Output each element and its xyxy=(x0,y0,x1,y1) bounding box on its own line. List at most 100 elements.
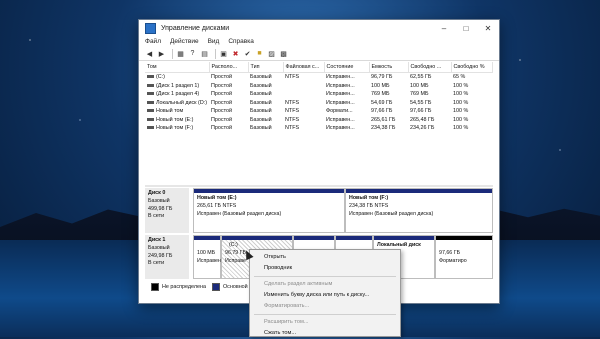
table-cell: 100 МБ xyxy=(371,82,390,89)
partition-status: Форматиро xyxy=(439,257,467,264)
table-cell: Базовый xyxy=(250,82,272,89)
table-cell: 97,66 ГБ xyxy=(371,108,393,115)
column-header[interactable]: Тип xyxy=(248,62,284,73)
primary-partition-bar xyxy=(294,236,334,240)
help-icon[interactable]: ? xyxy=(188,49,197,58)
console-tree-icon[interactable]: ▦ xyxy=(176,49,185,58)
toolbar-divider xyxy=(215,48,216,59)
table-cell: Простой xyxy=(211,74,232,81)
table-cell: 100 % xyxy=(453,99,469,106)
menu-view[interactable]: Вид xyxy=(208,38,220,45)
column-header[interactable]: Том xyxy=(145,62,210,73)
disk-1-label[interactable]: Диск 1 Базовый 249,98 ГБ В сети xyxy=(145,235,189,279)
menu-item-explorer[interactable]: Проводник xyxy=(250,263,400,274)
table-cell: Простой xyxy=(211,108,232,115)
disk-type: Базовый xyxy=(148,197,170,204)
open-folder-icon[interactable]: ■ xyxy=(255,49,264,58)
table-cell: 100 МБ xyxy=(410,82,429,89)
primary-partition-bar xyxy=(336,236,372,240)
volume-icon xyxy=(147,92,154,96)
table-cell: 100 % xyxy=(453,125,469,132)
table-cell: Простой xyxy=(211,125,232,132)
partition-title: Новый том (F:) xyxy=(349,195,389,201)
unallocated-swatch xyxy=(151,283,159,291)
table-cell: 100 % xyxy=(453,82,469,89)
volume-name: Локальный диск (D:) xyxy=(156,99,208,106)
check-icon[interactable]: ✔ xyxy=(243,49,252,58)
table-cell: Простой xyxy=(211,99,232,106)
table-row[interactable]: (C:) Простой Базовый NTFS Исправен... 96… xyxy=(145,73,493,82)
table-cell: NTFS xyxy=(285,116,300,123)
partition-system[interactable]: 100 МБ Исправен xyxy=(193,235,221,279)
partition-title: Новый том (E:) xyxy=(197,195,237,201)
disk-status: В сети xyxy=(148,213,165,220)
minimize-button[interactable]: – xyxy=(433,20,455,36)
volume-name: Новый том (E:) xyxy=(156,116,194,123)
partition-status: Исправен (Базовый раздел диска) xyxy=(349,210,434,217)
partition-e[interactable]: Новый том (E:) 265,61 ГБ NTFS Исправен (… xyxy=(193,188,345,233)
table-row[interactable]: Локальный диск (D:) Простой Базовый NTFS… xyxy=(145,99,493,108)
table-cell: 96,79 ГБ xyxy=(371,74,393,81)
disk-size: 249,98 ГБ xyxy=(148,252,173,259)
column-header[interactable]: Свободно ... xyxy=(408,62,452,73)
close-button[interactable]: ✕ xyxy=(477,20,499,36)
table-row[interactable]: Новый том (E:) Простой Базовый NTFS Испр… xyxy=(145,116,493,125)
partition-new[interactable]: 97,66 ГБ Форматиро xyxy=(435,235,493,279)
table-row[interactable]: Новый том (F:) Простой Базовый NTFS Испр… xyxy=(145,124,493,133)
menu-item-mark-active[interactable]: Сделать раздел активным xyxy=(250,279,400,290)
column-header[interactable]: Емкость xyxy=(369,62,409,73)
table-cell: 54,55 ГБ xyxy=(410,99,432,106)
disk-0-label[interactable]: Диск 0 Базовый 499,98 ГБ В сети xyxy=(145,188,189,233)
partition-f[interactable]: Новый том (F:) 234,38 ГБ NTFS Исправен (… xyxy=(345,188,493,233)
table-cell: 265,48 ГБ xyxy=(410,116,435,123)
table-row[interactable]: (Диск 1 раздел 4) Простой Базовый Исправ… xyxy=(145,90,493,99)
properties-icon[interactable]: ▤ xyxy=(200,49,209,58)
partition-size: 100 МБ xyxy=(197,250,216,256)
delete-icon[interactable]: ✖ xyxy=(231,49,240,58)
partition-status: Исправен xyxy=(197,257,221,264)
table-cell: Исправен... xyxy=(326,125,355,132)
menu-item-format[interactable]: Форматировать... xyxy=(250,301,400,312)
table-cell: Исправен... xyxy=(326,99,355,106)
connect-disk-icon[interactable]: ▣ xyxy=(219,49,228,58)
table-cell: 100 % xyxy=(453,116,469,123)
menu-item-extend[interactable]: Расширить том... xyxy=(250,317,400,328)
column-header[interactable]: Состояние xyxy=(324,62,370,73)
table-cell: Базовый xyxy=(250,108,272,115)
menu-item-shrink[interactable]: Сжать том... xyxy=(250,328,400,339)
table-cell: Исправен... xyxy=(326,116,355,123)
menu-item-open[interactable]: Открыть xyxy=(250,252,400,263)
volume-cell: (C:) xyxy=(145,73,209,82)
maximize-button[interactable]: □ xyxy=(455,20,477,36)
menu-action[interactable]: Действие xyxy=(170,38,199,45)
view-icon[interactable]: ▩ xyxy=(279,49,288,58)
disk-status: В сети xyxy=(148,260,165,267)
pane-splitter[interactable] xyxy=(145,185,493,187)
window-title: Управление дисками xyxy=(161,24,230,32)
table-row[interactable]: (Диск 1 раздел 1) Простой Базовый Исправ… xyxy=(145,82,493,91)
menu-divider xyxy=(254,314,396,315)
explore-icon[interactable]: ▨ xyxy=(267,49,276,58)
table-cell: 100 % xyxy=(453,108,469,115)
table-row[interactable]: Новый том Простой Базовый NTFS Формати..… xyxy=(145,107,493,116)
back-icon[interactable]: ◀ xyxy=(145,49,154,58)
table-cell: 769 МБ xyxy=(371,91,390,98)
disk-name: Диск 0 xyxy=(148,190,166,196)
menu-help[interactable]: Справка xyxy=(228,38,254,45)
column-header[interactable]: Свободно % xyxy=(451,62,494,73)
table-cell: Базовый xyxy=(250,99,272,106)
column-header[interactable]: Файловая с... xyxy=(283,62,325,73)
table-cell: Базовый xyxy=(250,116,272,123)
volume-cell: Локальный диск (D:) xyxy=(145,99,209,108)
table-cell: NTFS xyxy=(285,125,300,132)
forward-icon[interactable]: ▶ xyxy=(157,49,166,58)
toolbar: ◀ ▶ ▦ ? ▤ ▣ ✖ ✔ ■ ▨ ▩ xyxy=(139,47,499,61)
volume-name: Новый том (F:) xyxy=(156,125,194,132)
table-cell xyxy=(283,90,324,99)
table-cell: 265,61 ГБ xyxy=(371,116,396,123)
menu-file[interactable]: Файл xyxy=(145,38,161,45)
menu-item-change-letter[interactable]: Изменить букву диска или путь к диску... xyxy=(250,290,400,301)
volume-cell: Новый том xyxy=(145,107,209,116)
column-header[interactable]: Располо... xyxy=(209,62,249,73)
volume-cell: Новый том (F:) xyxy=(145,124,209,133)
